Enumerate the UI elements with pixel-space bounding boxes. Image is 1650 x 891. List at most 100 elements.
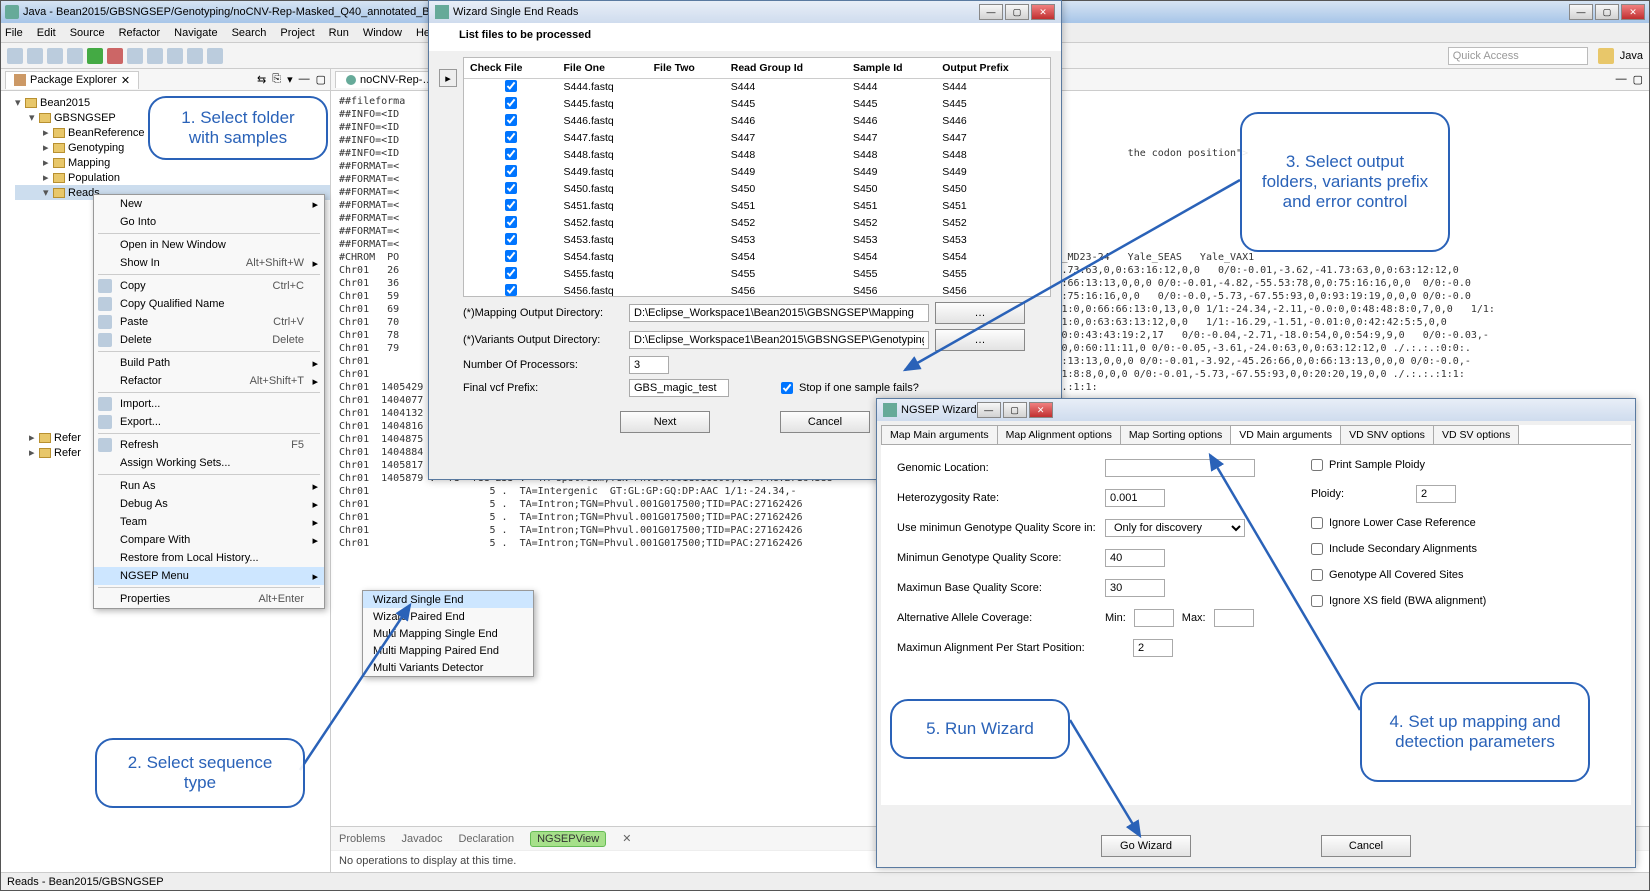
ngsep-submenu[interactable]: Wizard Single EndWizard Paired EndMulti … (362, 590, 534, 677)
table-row[interactable]: S450.fastqS450S450S450 (464, 181, 1050, 198)
variants-output-dir-input[interactable] (629, 331, 929, 349)
row-checkbox[interactable] (505, 165, 517, 177)
collapse-icon[interactable]: ⇆ (257, 73, 266, 86)
row-checkbox[interactable] (505, 250, 517, 262)
tool-icon[interactable] (167, 48, 183, 64)
run-icon[interactable] (87, 48, 103, 64)
print-ploidy-checkbox[interactable] (1311, 459, 1323, 471)
perspective-icon[interactable] (1598, 48, 1614, 64)
quick-access-field[interactable]: Quick Access (1448, 47, 1588, 65)
row-checkbox[interactable] (505, 131, 517, 143)
sub-wizard-paired-end[interactable]: Wizard Paired End (363, 608, 533, 625)
tool-icon[interactable] (147, 48, 163, 64)
alt-cov-max-input[interactable] (1214, 609, 1254, 627)
maximize-button[interactable]: ▢ (1595, 4, 1619, 20)
ctx-export-[interactable]: Export... (94, 413, 324, 431)
ctx-ngsep-menu[interactable]: NGSEP Menu▸ (94, 567, 324, 585)
row-checkbox[interactable] (505, 97, 517, 109)
ctx-copy-qualified-name[interactable]: Copy Qualified Name (94, 295, 324, 313)
maximize-button[interactable]: ▢ (1003, 402, 1027, 418)
cancel-button[interactable]: Cancel (780, 411, 870, 433)
menu-search[interactable]: Search (232, 27, 267, 39)
maximize-icon[interactable]: ▢ (316, 73, 326, 86)
table-row[interactable]: S445.fastqS445S445S445 (464, 96, 1050, 113)
row-checkbox[interactable] (505, 267, 517, 279)
ploidy-input[interactable] (1416, 485, 1456, 503)
tab-vd-sv-options[interactable]: VD SV options (1433, 425, 1519, 444)
declaration-tab[interactable]: Declaration (458, 833, 514, 845)
ignore-lowercase-checkbox[interactable] (1311, 517, 1323, 529)
table-row[interactable]: S455.fastqS455S455S455 (464, 266, 1050, 283)
menu-project[interactable]: Project (280, 27, 314, 39)
minimize-icon[interactable]: — (1616, 73, 1627, 86)
ctx-delete[interactable]: DeleteDelete (94, 331, 324, 349)
min-gq-input[interactable] (1105, 549, 1165, 567)
vcf-prefix-input[interactable] (629, 379, 729, 397)
include-secondary-checkbox[interactable] (1311, 543, 1323, 555)
tool-icon[interactable] (47, 48, 63, 64)
perspective-label[interactable]: Java (1620, 50, 1643, 62)
go-wizard-button[interactable]: Go Wizard (1101, 835, 1191, 857)
javadoc-tab[interactable]: Javadoc (401, 833, 442, 845)
num-processors-input[interactable] (629, 356, 669, 374)
tab-map-main-arguments[interactable]: Map Main arguments (881, 425, 998, 444)
stop-on-fail-checkbox[interactable] (781, 382, 793, 394)
table-row[interactable]: S452.fastqS452S452S452 (464, 215, 1050, 232)
sub-multi-mapping-paired-end[interactable]: Multi Mapping Paired End (363, 642, 533, 659)
ctx-paste[interactable]: PasteCtrl+V (94, 313, 324, 331)
sub-wizard-single-end[interactable]: Wizard Single End (363, 591, 533, 608)
tool-icon[interactable] (27, 48, 43, 64)
maximize-button[interactable]: ▢ (1005, 4, 1029, 20)
context-menu[interactable]: New▸Go IntoOpen in New WindowShow InAlt+… (93, 194, 325, 609)
genotype-all-checkbox[interactable] (1311, 569, 1323, 581)
cancel-button[interactable]: Cancel (1321, 835, 1411, 857)
table-row[interactable]: S444.fastqS444S444S444 (464, 78, 1050, 96)
ctx-import-[interactable]: Import... (94, 395, 324, 413)
ngsepview-tab[interactable]: NGSEPView (530, 831, 606, 847)
ctx-properties[interactable]: PropertiesAlt+Enter (94, 590, 324, 608)
table-row[interactable]: S454.fastqS454S454S454 (464, 249, 1050, 266)
sub-multi-mapping-single-end[interactable]: Multi Mapping Single End (363, 625, 533, 642)
close-icon[interactable]: ✕ (622, 832, 631, 845)
menu-run[interactable]: Run (329, 27, 349, 39)
minimize-icon[interactable]: — (299, 73, 310, 86)
ctx-open-in-new-window[interactable]: Open in New Window (94, 236, 324, 254)
expand-button[interactable]: ▸ (439, 69, 457, 87)
close-button[interactable]: ✕ (1029, 402, 1053, 418)
tool-icon[interactable] (127, 48, 143, 64)
table-row[interactable]: S446.fastqS446S446S446 (464, 113, 1050, 130)
close-button[interactable]: ✕ (1031, 4, 1055, 20)
table-row[interactable]: S456.fastqS456S456S456 (464, 283, 1050, 298)
ctx-team[interactable]: Team▸ (94, 513, 324, 531)
ctx-build-path[interactable]: Build Path▸ (94, 354, 324, 372)
table-row[interactable]: S449.fastqS449S449S449 (464, 164, 1050, 181)
tab-vd-main-arguments[interactable]: VD Main arguments (1230, 425, 1341, 444)
minimize-button[interactable]: — (1569, 4, 1593, 20)
gq-usage-select[interactable]: Only for discovery (1105, 519, 1245, 537)
table-row[interactable]: S447.fastqS447S447S447 (464, 130, 1050, 147)
ctx-assign-working-sets-[interactable]: Assign Working Sets... (94, 454, 324, 472)
max-bq-input[interactable] (1105, 579, 1165, 597)
ignore-xs-checkbox[interactable] (1311, 595, 1323, 607)
table-row[interactable]: S451.fastqS451S451S451 (464, 198, 1050, 215)
debug-icon[interactable] (107, 48, 123, 64)
sub-multi-variants-detector[interactable]: Multi Variants Detector (363, 659, 533, 676)
tool-icon[interactable] (7, 48, 23, 64)
ctx-restore-from-local-history-[interactable]: Restore from Local History... (94, 549, 324, 567)
tab-vd-snv-options[interactable]: VD SNV options (1340, 425, 1434, 444)
tab-map-alignment-options[interactable]: Map Alignment options (997, 425, 1121, 444)
ctx-debug-as[interactable]: Debug As▸ (94, 495, 324, 513)
max-align-per-start-input[interactable] (1133, 639, 1173, 657)
mapping-output-dir-input[interactable] (629, 304, 929, 322)
tool-icon[interactable] (67, 48, 83, 64)
row-checkbox[interactable] (505, 284, 517, 296)
ctx-copy[interactable]: CopyCtrl+C (94, 277, 324, 295)
menu-edit[interactable]: Edit (37, 27, 56, 39)
menu-window[interactable]: Window (363, 27, 402, 39)
row-checkbox[interactable] (505, 199, 517, 211)
maximize-icon[interactable]: ▢ (1633, 73, 1643, 86)
link-icon[interactable]: ⎘ (272, 73, 281, 86)
close-icon[interactable]: ✕ (121, 74, 130, 87)
menu-source[interactable]: Source (70, 27, 105, 39)
table-row[interactable]: S453.fastqS453S453S453 (464, 232, 1050, 249)
